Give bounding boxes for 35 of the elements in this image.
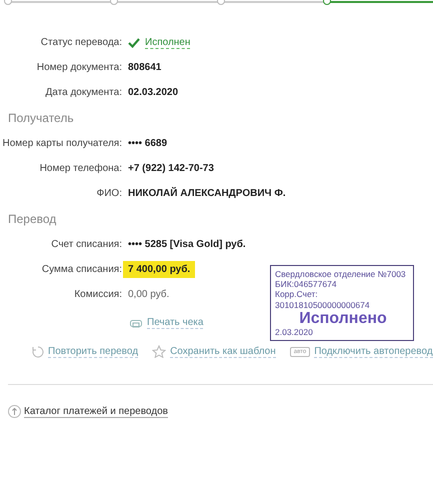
field-label: Счет списания: bbox=[50, 239, 122, 250]
star-icon bbox=[152, 345, 166, 358]
section-title: Перевод bbox=[7, 211, 58, 228]
section-title: Получатель bbox=[7, 110, 75, 127]
stamp-line: БИК:046577674 bbox=[275, 279, 338, 290]
print-link[interactable]: Печать чека bbox=[147, 317, 204, 329]
catalog-link[interactable]: Каталог платежей и переводов bbox=[24, 406, 168, 418]
field-label: Дата документа: bbox=[44, 87, 122, 98]
action-link[interactable]: Повторить перевод bbox=[48, 346, 138, 358]
stamp-status: Исполнено bbox=[298, 310, 388, 327]
field-label: Номер документа: bbox=[36, 62, 122, 73]
checkmark-icon bbox=[128, 38, 140, 48]
field-value: •••• 6689 bbox=[128, 138, 168, 149]
stamp-line: Свердловское отделение №7003 bbox=[275, 269, 407, 280]
field-value: 808641 bbox=[128, 62, 162, 73]
field-value: 02.03.2020 bbox=[128, 87, 178, 98]
field-value: •••• 5285 [Visa Gold] руб. bbox=[128, 239, 246, 250]
stamp-date: 2.03.2020 bbox=[275, 326, 314, 337]
field-value: 0,00 руб. bbox=[128, 289, 170, 300]
field-label: Номер телефона: bbox=[38, 163, 122, 174]
field-value: НИКОЛАЙ АЛЕКСАНДРОВИЧ Ф. bbox=[128, 188, 286, 199]
stamp-line: Корр.Счет: 30101810500000000674 bbox=[275, 289, 371, 310]
action-link[interactable]: Подключить автоперевод bbox=[314, 346, 433, 358]
action-link[interactable]: Сохранить как шаблон bbox=[170, 346, 276, 358]
status-value: Исполнен bbox=[145, 36, 190, 48]
field-label: ФИО: bbox=[96, 188, 122, 199]
refresh-icon bbox=[32, 346, 44, 358]
field-value: +7 (922) 142-70-73 bbox=[128, 163, 214, 174]
printer-icon bbox=[130, 318, 142, 328]
field-label: Номер карты получателя: bbox=[2, 138, 122, 149]
field-label: Комиссия: bbox=[73, 289, 122, 300]
field-label: Сумма списания: bbox=[40, 264, 122, 275]
field-label: Статус перевода: bbox=[40, 37, 122, 48]
field-value: 7 400,00 руб. bbox=[123, 261, 196, 278]
arrow-up-icon bbox=[8, 405, 21, 418]
